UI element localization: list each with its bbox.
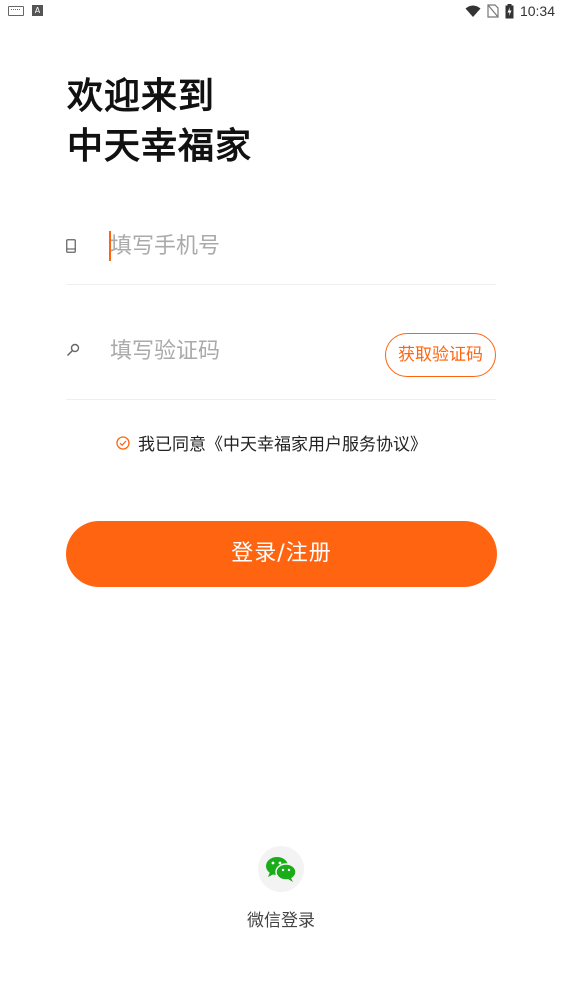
wechat-login-label[interactable]: 微信登录 xyxy=(231,906,331,931)
status-right: 10:34 xyxy=(465,3,555,19)
phone-input[interactable] xyxy=(110,231,370,261)
agreement-row[interactable]: 我已同意《中天幸福家用户服务协议》 xyxy=(116,430,427,455)
login-screen: A 10:34 欢迎来到 中天幸福家 填写手机号 填写验证码 获取验证码 我已同… xyxy=(0,0,563,1002)
wifi-icon xyxy=(465,5,481,17)
a-notification-icon: A xyxy=(32,5,43,16)
welcome-heading: 欢迎来到 中天幸福家 xyxy=(67,72,252,172)
phone-icon xyxy=(66,238,76,257)
get-code-button[interactable]: 获取验证码 xyxy=(385,333,496,377)
code-field: 获取验证码 xyxy=(66,320,496,400)
wechat-icon xyxy=(266,857,297,882)
wechat-icon-circle[interactable] xyxy=(258,846,304,892)
status-bar: A 10:34 xyxy=(0,0,563,24)
verification-code-input[interactable] xyxy=(110,336,370,366)
key-icon xyxy=(66,342,80,361)
agreement-text[interactable]: 我已同意《中天幸福家用户服务协议》 xyxy=(138,430,427,455)
welcome-line-1: 欢迎来到 xyxy=(67,76,216,117)
no-sim-icon xyxy=(487,4,499,18)
status-time: 10:34 xyxy=(519,3,555,19)
keyboard-icon xyxy=(8,5,24,16)
phone-field xyxy=(66,215,496,285)
login-register-button[interactable]: 登录/注册 xyxy=(66,521,497,587)
check-circle-icon[interactable] xyxy=(116,435,130,450)
status-left: A xyxy=(8,5,43,16)
battery-charging-icon xyxy=(505,3,514,18)
welcome-line-2: 中天幸福家 xyxy=(67,126,253,167)
wechat-login[interactable]: 微信登录 xyxy=(231,846,331,931)
